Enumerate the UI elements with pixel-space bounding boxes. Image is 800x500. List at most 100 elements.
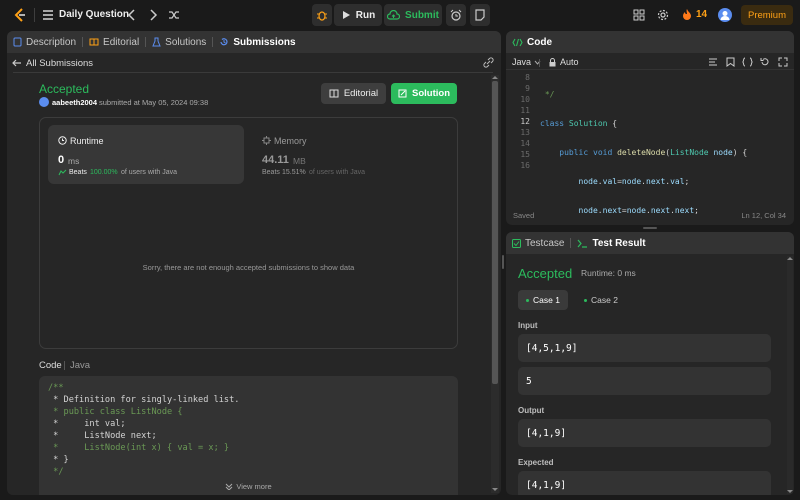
memory-beats-percent: 15.51%	[282, 169, 306, 176]
layout-grid-icon[interactable]	[633, 9, 645, 21]
braces-icon[interactable]	[742, 57, 753, 67]
book-icon	[89, 37, 99, 47]
prev-problem-icon[interactable]	[127, 9, 137, 21]
beats-suffix: of users with Java	[309, 169, 366, 176]
leetcode-logo[interactable]	[12, 7, 28, 23]
tab-testcase[interactable]: Testcase	[506, 232, 570, 254]
code-editor-panel: Code Java Auto 8 9 10 11 12 13 14 15 16 …	[506, 31, 794, 225]
runtime-card[interactable]: Runtime 0 ms Beats 100.00% of users with…	[48, 125, 244, 184]
code-line: * Definition for singly-linked list.	[48, 395, 240, 405]
terminal-icon	[577, 239, 588, 248]
input-value-head: [4,5,1,9]	[518, 334, 771, 362]
view-more-button[interactable]: View more	[39, 482, 458, 491]
format-code-icon[interactable]	[708, 57, 718, 67]
submitter-username[interactable]: aabeeth2004	[52, 98, 97, 107]
back-arrow-icon[interactable]	[12, 58, 22, 68]
autocomplete-toggle[interactable]: Auto	[549, 57, 579, 67]
divider	[13, 72, 493, 73]
beats-label: Beats	[262, 169, 280, 176]
runtime-beats-percent: 100.00%	[90, 169, 118, 176]
next-problem-icon[interactable]	[148, 9, 158, 21]
user-avatar[interactable]	[718, 8, 732, 22]
top-bar: Daily Question Run Submit 14 Premium	[0, 0, 800, 30]
submission-panel: Description Editorial Solutions Submissi…	[7, 31, 501, 495]
code-line: * ListNode(int x) { val = x; }	[48, 443, 230, 453]
debug-button[interactable]	[312, 4, 332, 26]
streak-fire-icon[interactable]	[682, 8, 692, 21]
problem-list-title[interactable]: Daily Question	[59, 9, 129, 20]
beats-suffix: of users with Java	[121, 169, 178, 176]
all-submissions-link[interactable]: All Submissions	[26, 58, 93, 69]
tab-test-result[interactable]: Test Result	[571, 232, 651, 254]
vertical-resize-handle[interactable]	[502, 255, 504, 269]
scroll-down-icon[interactable]	[492, 487, 498, 492]
scroll-up-icon[interactable]	[787, 256, 793, 261]
line-number: 8	[525, 73, 530, 82]
test-result-panel: Testcase Test Result Accepted Runtime: 0…	[506, 232, 794, 495]
checkbox-icon	[512, 238, 521, 248]
memory-unit: MB	[293, 156, 306, 166]
reset-code-icon[interactable]	[760, 57, 770, 67]
line-number: 10	[520, 95, 530, 104]
line-number: 16	[520, 161, 530, 170]
output-value: [4,1,9]	[518, 419, 771, 447]
run-button[interactable]: Run	[334, 4, 382, 26]
scroll-up-icon[interactable]	[492, 75, 498, 80]
scrollbar-track[interactable]	[491, 75, 499, 493]
shuffle-icon[interactable]	[168, 9, 180, 21]
editorial-button[interactable]: Editorial	[321, 83, 386, 104]
language-selector[interactable]: Java	[512, 57, 541, 67]
line-number: 13	[520, 128, 530, 137]
clock-icon	[58, 136, 67, 145]
timer-button[interactable]	[446, 4, 466, 26]
share-link-icon[interactable]	[483, 57, 494, 68]
beats-icon	[58, 169, 67, 176]
notes-button[interactable]	[470, 4, 490, 26]
bookmark-icon[interactable]	[726, 57, 735, 67]
code-line: * ListNode next;	[48, 431, 157, 441]
tab-code[interactable]: Code	[506, 31, 558, 53]
history-icon	[219, 37, 229, 47]
input-value-node: 5	[518, 367, 771, 395]
code-tab-bar: Code	[506, 31, 794, 53]
code-line: * public class ListNode {	[48, 407, 183, 417]
case-2-tab[interactable]: Case 2	[576, 290, 626, 310]
alarm-clock-icon	[450, 9, 462, 21]
code-line: * }	[48, 455, 69, 465]
list-icon[interactable]	[42, 9, 54, 21]
result-runtime: Runtime: 0 ms	[581, 268, 636, 278]
memory-title: Memory	[274, 136, 307, 146]
tab-editorial[interactable]: Editorial	[83, 31, 145, 53]
tab-description[interactable]: Description	[7, 31, 82, 53]
runtime-title: Runtime	[70, 136, 104, 146]
submitted-time: submitted at May 05, 2024 09:38	[99, 98, 209, 107]
bug-icon	[316, 9, 328, 21]
settings-gear-icon[interactable]	[657, 9, 669, 21]
cloud-upload-icon	[387, 10, 401, 20]
solution-button[interactable]: Solution	[391, 83, 457, 104]
divider	[34, 8, 35, 22]
scrollbar-thumb[interactable]	[492, 81, 498, 384]
divider	[539, 59, 540, 67]
result-status: Accepted	[518, 266, 573, 281]
submitted-code-block: /** * Definition for singly-linked list.…	[39, 376, 458, 495]
scrollbar-track[interactable]	[787, 256, 793, 494]
pass-dot	[584, 298, 588, 302]
runtime-unit: ms	[68, 156, 80, 166]
case-1-tab[interactable]: Case 1	[518, 290, 568, 310]
tab-submissions[interactable]: Submissions	[213, 31, 301, 53]
book-icon	[329, 89, 339, 98]
memory-chip-icon	[262, 136, 271, 145]
fullscreen-icon[interactable]	[778, 57, 788, 67]
memory-card[interactable]: Memory 44.11 MB Beats 15.51% of users wi…	[254, 125, 450, 184]
premium-button[interactable]: Premium	[741, 5, 793, 25]
output-label: Output	[518, 406, 545, 415]
submit-button[interactable]: Submit	[384, 4, 442, 26]
lock-icon	[549, 57, 556, 67]
divider	[64, 361, 65, 370]
tab-solutions[interactable]: Solutions	[146, 31, 212, 53]
line-number: 9	[525, 84, 530, 93]
left-tab-bar: Description Editorial Solutions Submissi…	[7, 31, 501, 53]
scroll-down-icon[interactable]	[787, 489, 793, 494]
panel-resize-handle[interactable]	[643, 227, 657, 229]
